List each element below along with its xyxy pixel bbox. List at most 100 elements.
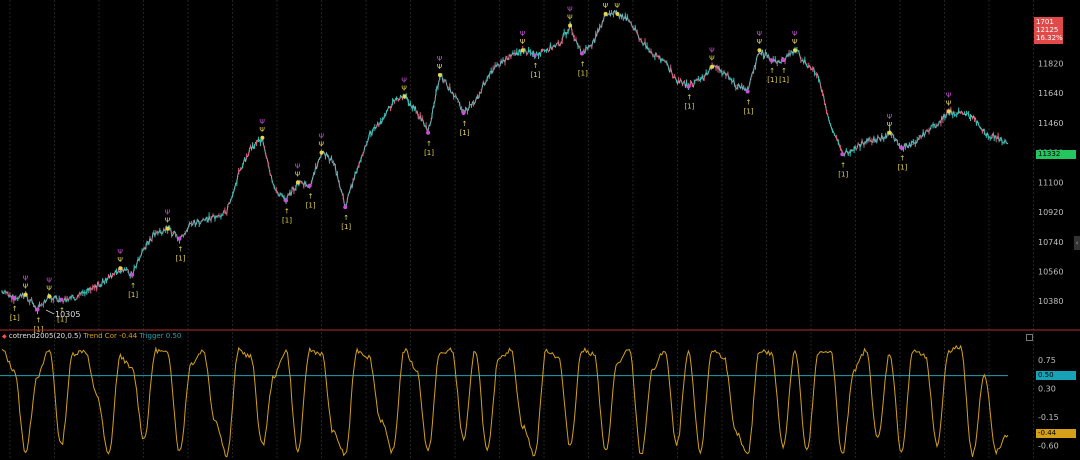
- signal-dot: [437, 73, 442, 78]
- buy-arrow-icon[interactable]: ↑: [840, 161, 846, 169]
- buy-arrow-icon[interactable]: ↑: [36, 316, 42, 324]
- signal-dot: [686, 84, 691, 89]
- price-tick-label: 10740: [1038, 238, 1063, 247]
- panel-control-icon[interactable]: [1026, 334, 1033, 341]
- price-tick-label: 11460: [1038, 119, 1063, 128]
- signal-dot: [461, 110, 466, 115]
- signal-dot: [615, 11, 620, 16]
- signal-dot: [745, 89, 750, 94]
- signal-dot: [343, 205, 348, 210]
- buy-count-label: [1]: [744, 108, 754, 116]
- low-price-label: 10305: [55, 310, 80, 319]
- sell-signal-icon[interactable]: Ψ: [437, 55, 443, 63]
- buy-arrow-icon[interactable]: ↑: [426, 140, 432, 148]
- buy-arrow-icon[interactable]: ↑: [899, 155, 905, 163]
- sell-signal-small-icon: Ψ: [437, 63, 443, 71]
- buy-count-label: [1]: [684, 103, 694, 111]
- price-tick-label: 11640: [1038, 89, 1063, 98]
- sell-signal-small-icon: Ψ: [792, 38, 798, 46]
- sell-signal-icon[interactable]: Ψ: [401, 76, 407, 84]
- price-tick-label: 11100: [1038, 178, 1063, 187]
- price-series-line: [1, 9, 1009, 312]
- sell-signal-icon[interactable]: Ψ: [165, 209, 171, 217]
- sell-signal-icon[interactable]: Ψ: [567, 5, 573, 13]
- buy-count-label: [1]: [460, 129, 470, 137]
- buy-arrow-icon[interactable]: ↑: [462, 120, 468, 128]
- indicator-title[interactable]: ◆ cotrend2005(20,0.5) Trend Cor -0.44 Tr…: [2, 332, 181, 340]
- sell-signal-icon[interactable]: Ψ: [319, 133, 325, 141]
- sell-signal-small-icon: Ψ: [603, 2, 609, 10]
- price-pane[interactable]: ↑[1]ΨΨ↑[1]ΨΨ↑[1]ΨΨ↑[1]ΨΨ↑[1]ΨΨ↑[1]ΨΨ↑[1]…: [1, 0, 1009, 333]
- signal-dot: [899, 145, 904, 150]
- sell-signal-icon[interactable]: Ψ: [23, 275, 29, 283]
- sell-signal-icon[interactable]: Ψ: [946, 91, 952, 99]
- signal-dot: [177, 236, 182, 241]
- sell-signal-icon[interactable]: Ψ: [709, 47, 715, 55]
- indicator-name: cotrend2005(20,0.5): [8, 332, 82, 340]
- signal-dot: [579, 51, 584, 56]
- sell-signal-small-icon: Ψ: [756, 38, 762, 46]
- sell-signal-icon[interactable]: Ψ: [295, 162, 301, 170]
- price-tick-label: 10560: [1038, 268, 1063, 277]
- buy-arrow-icon[interactable]: ↑: [769, 67, 775, 75]
- signal-dot: [426, 130, 431, 135]
- buy-count-label: [1]: [578, 70, 588, 78]
- buy-count-label: [1]: [128, 291, 138, 299]
- signal-dot: [887, 130, 892, 135]
- sell-signal-small-icon: Ψ: [23, 283, 29, 291]
- buy-arrow-icon[interactable]: ↑: [746, 99, 752, 107]
- indicator-tick-label: -0.15: [1038, 413, 1059, 422]
- signal-dot: [35, 307, 40, 312]
- trigger-readout: Trigger 0.50: [139, 332, 182, 340]
- buy-arrow-icon[interactable]: ↑: [130, 282, 136, 290]
- sell-signal-icon[interactable]: Ψ: [887, 113, 893, 121]
- signal-dot: [284, 198, 289, 203]
- sell-signal-icon[interactable]: Ψ: [259, 118, 265, 126]
- signal-dot: [781, 58, 786, 63]
- sell-signal-small-icon: Ψ: [46, 284, 52, 292]
- buy-arrow-icon[interactable]: ↑: [781, 67, 787, 75]
- sell-signal-small-icon: Ψ: [709, 55, 715, 63]
- sell-signal-icon[interactable]: Ψ: [520, 30, 526, 38]
- indicator-pane[interactable]: [0, 344, 1009, 458]
- chart-canvas[interactable]: ↑[1]ΨΨ↑[1]ΨΨ↑[1]ΨΨ↑[1]ΨΨ↑[1]ΨΨ↑[1]ΨΨ↑[1]…: [0, 0, 1080, 460]
- low-price-marker: 10305: [45, 309, 80, 319]
- buy-arrow-icon[interactable]: ↑: [178, 245, 184, 253]
- buy-count-label: [1]: [424, 149, 434, 157]
- buy-count-label: [1]: [10, 314, 20, 322]
- sell-signal-icon[interactable]: Ψ: [117, 248, 123, 256]
- buy-arrow-icon[interactable]: ↑: [580, 61, 586, 69]
- buy-arrow-icon[interactable]: ↑: [12, 305, 18, 313]
- trend-cor-line: [1, 344, 1009, 458]
- buy-count-label: [1]: [838, 170, 848, 178]
- signal-dot: [769, 58, 774, 63]
- indicator-tick-label: 0.30: [1038, 384, 1056, 393]
- buy-arrow-icon[interactable]: ↑: [686, 94, 692, 102]
- buy-count-label: [1]: [282, 217, 292, 225]
- sell-signal-small-icon: Ψ: [567, 13, 573, 21]
- trend-cor-readout: Trend Cor -0.44: [83, 332, 138, 340]
- signal-dot: [757, 48, 762, 53]
- signal-dot: [402, 94, 407, 99]
- signal-dot: [710, 64, 715, 69]
- sell-signal-small-icon: Ψ: [946, 99, 952, 107]
- last-price-badge: 11332: [1036, 150, 1076, 159]
- buy-arrow-icon[interactable]: ↑: [343, 214, 349, 222]
- signal-markers[interactable]: ↑[1]ΨΨ↑[1]ΨΨ↑[1]ΨΨ↑[1]ΨΨ↑[1]ΨΨ↑[1]ΨΨ↑[1]…: [10, 0, 952, 333]
- price-box-line-2: 12125: [1036, 26, 1059, 34]
- buy-arrow-icon[interactable]: ↑: [308, 193, 314, 201]
- signal-dot: [840, 152, 845, 157]
- buy-arrow-icon[interactable]: ↑: [284, 208, 290, 216]
- buy-count-label: [1]: [306, 202, 316, 210]
- sell-signal-icon[interactable]: Ψ: [792, 30, 798, 38]
- sell-signal-small-icon: Ψ: [165, 217, 171, 225]
- signal-dot: [130, 272, 135, 277]
- buy-arrow-icon[interactable]: ↑: [533, 62, 539, 70]
- sell-signal-small-icon: Ψ: [887, 121, 893, 129]
- collapse-handle-icon[interactable]: ‹: [1074, 236, 1080, 250]
- price-axis: 1200011820116401146011280111001092010740…: [1038, 30, 1063, 307]
- sell-signal-icon[interactable]: Ψ: [46, 276, 52, 284]
- sell-signal-small-icon: Ψ: [295, 170, 301, 178]
- sell-signal-icon[interactable]: Ψ: [756, 30, 762, 38]
- trend-value-badge: -0.44: [1036, 429, 1076, 438]
